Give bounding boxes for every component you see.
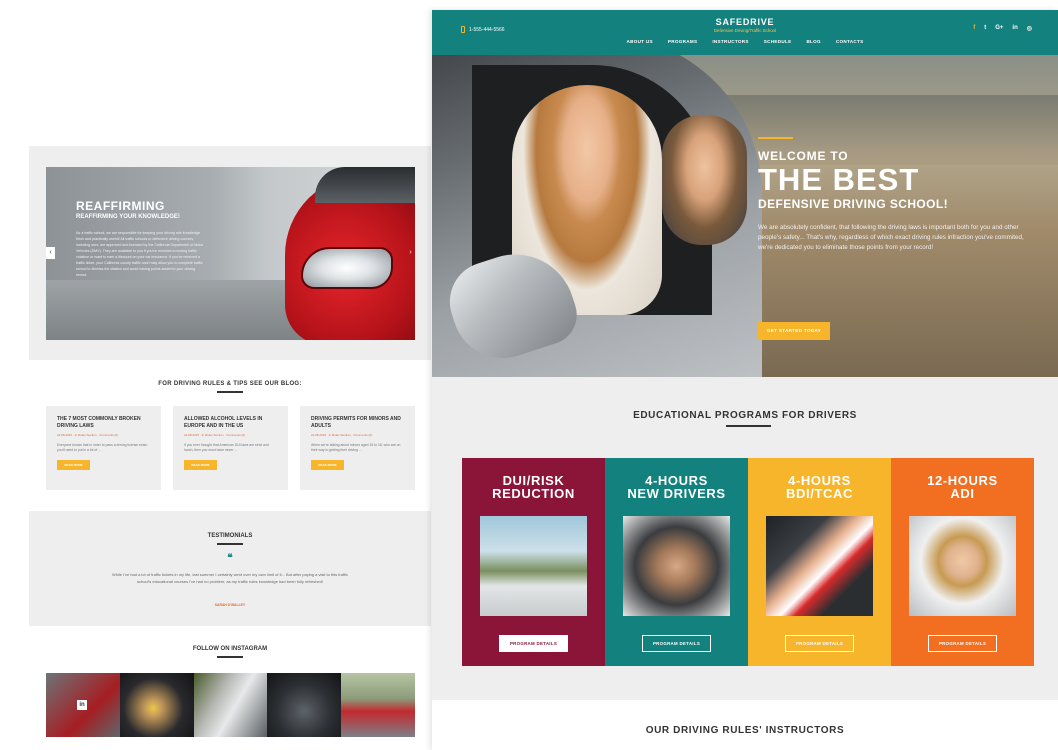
program-card-adi: 12-HOURS ADI PROGRAM DETAILS [891, 458, 1034, 666]
slider-prev-arrow-icon[interactable]: ‹ [46, 247, 55, 259]
instagram-gallery: in [46, 673, 415, 737]
blog-post-meta: 22.08.2015 · In Rules Section · Comments… [184, 433, 246, 437]
instagram-photo[interactable] [267, 673, 342, 737]
nav-item-contacts[interactable]: CONTACTS [836, 39, 864, 44]
nav-item-instructors[interactable]: INSTRUCTORS [712, 39, 748, 44]
blog-post-title[interactable]: ALLOWED ALCOHOL LEVELS IN EUROPE AND IN … [184, 416, 277, 430]
blog-post-title[interactable]: DRIVING PERMITS FOR MINORS AND ADULTS [311, 416, 404, 430]
hero-headline: THE BEST [758, 162, 920, 197]
slide-subtitle: REAFFIRMING YOUR KNOWLEDGE! [76, 214, 180, 220]
program-cards: DUI/RISK REDUCTION PROGRAM DETAILS 4-HOU… [462, 458, 1034, 666]
hero-body: We are absolutely confident, that follow… [758, 224, 1024, 251]
testimonials-title: TESTIMONIALS [207, 533, 253, 539]
nav-item-about-us[interactable]: ABOUT US [627, 39, 653, 44]
blog-post-meta: 22.08.2015 · In Rules Section · Comments… [57, 433, 119, 437]
blog-card: THE 7 MOST COMMONLY BROKEN DRIVING LAWS … [46, 406, 161, 490]
quote-icon: ❝ [227, 553, 233, 564]
hero-caption: WELCOME TO THE BEST DEFENSIVE DRIVING SC… [758, 137, 1038, 253]
site-logo[interactable]: SAFEDRIVE Defensive Driving/Traffic Scho… [432, 17, 1058, 33]
testimonial-text: While I've had a lot of traffic tickets … [111, 572, 349, 584]
program-name: 12-HOURS ADI [927, 473, 998, 501]
blog-card: ALLOWED ALCOHOL LEVELS IN EUROPE AND IN … [173, 406, 288, 490]
program-card-dui: DUI/RISK REDUCTION PROGRAM DETAILS [462, 458, 605, 666]
main-nav: ABOUT US PROGRAMS INSTRUCTORS SCHEDULE B… [432, 39, 1058, 44]
hero-banner: WELCOME TO THE BEST DEFENSIVE DRIVING SC… [432, 55, 1058, 377]
blog-title-underline [217, 391, 243, 393]
program-name: 4-HOURS BDI/TCAC [786, 473, 853, 501]
blog-post-excerpt: If you ever thought that American DUI la… [184, 443, 269, 452]
instagram-photo[interactable] [119, 673, 194, 737]
read-more-button[interactable]: READ MORE [184, 460, 217, 470]
blog-post-title[interactable]: THE 7 MOST COMMONLY BROKEN DRIVING LAWS [57, 416, 150, 430]
slide-caption: REAFFIRMING REAFFIRMING YOUR KNOWLEDGE! … [76, 199, 206, 278]
nav-item-schedule[interactable]: SCHEDULE [764, 39, 792, 44]
program-details-button[interactable]: PROGRAM DETAILS [928, 635, 997, 652]
logo-tagline: Defensive Driving/Traffic School [713, 28, 777, 33]
read-more-button[interactable]: READ MORE [311, 460, 344, 470]
blog-post-excerpt: Everyone knows that in order to pass a d… [57, 443, 148, 452]
blog-post-meta: 22.08.2015 · In Rules Section · Comments… [311, 433, 373, 437]
slide-title: REAFFIRMING [76, 199, 165, 213]
instagram-photo[interactable] [193, 673, 268, 737]
program-details-button[interactable]: PROGRAM DETAILS [785, 635, 854, 652]
programs-title: EDUCATIONAL PROGRAMS FOR DRIVERS [633, 410, 857, 421]
program-image [766, 516, 873, 616]
social-links: f t G+ in ◎ [973, 25, 1032, 32]
slide-body: As a traffic school, we are responsible … [76, 231, 204, 277]
program-card-bdi-tcac: 4-HOURS BDI/TCAC PROGRAM DETAILS [748, 458, 891, 666]
car-headlight-image [301, 247, 393, 289]
hero-welcome: WELCOME TO [758, 149, 849, 163]
nav-item-programs[interactable]: PROGRAMS [668, 39, 697, 44]
twitter-icon[interactable]: t [984, 25, 986, 32]
testimonials-section: TESTIMONIALS ❝ While I've had a lot of t… [29, 511, 431, 626]
instructors-title: OUR DRIVING RULES' INSTRUCTORS [645, 725, 845, 736]
program-details-button[interactable]: PROGRAM DETAILS [499, 635, 568, 652]
program-image [623, 516, 730, 616]
car-window-image [315, 167, 415, 203]
slide-image: REAFFIRMING REAFFIRMING YOUR KNOWLEDGE! … [46, 167, 415, 340]
program-image [480, 516, 587, 616]
blog-section-title: FOR DRIVING RULES & TIPS SEE OUR BLOG: [158, 381, 302, 387]
program-image [909, 516, 1016, 616]
hero-accent-bar [758, 137, 793, 139]
main-page-preview: 1-555-444-5566 SAFEDRIVE Defensive Drivi… [432, 10, 1058, 750]
instagram-photo[interactable] [341, 673, 415, 737]
program-card-new-drivers: 4-HOURS NEW DRIVERS PROGRAM DETAILS [605, 458, 748, 666]
program-name: 4-HOURS NEW DRIVERS [627, 473, 726, 501]
nav-item-blog[interactable]: BLOG [806, 39, 820, 44]
program-name: DUI/RISK REDUCTION [492, 473, 575, 501]
slider-next-arrow-icon[interactable]: › [406, 247, 415, 259]
linkedin-icon[interactable]: in [1012, 25, 1017, 32]
instagram-title: FOLLOW ON INSTAGRAM [192, 646, 268, 652]
facebook-icon[interactable]: f [973, 25, 975, 32]
instagram-underline [217, 656, 243, 658]
program-details-button[interactable]: PROGRAM DETAILS [642, 635, 711, 652]
instagram-photo[interactable]: in [46, 673, 120, 737]
site-header: 1-555-444-5566 SAFEDRIVE Defensive Drivi… [432, 10, 1058, 55]
get-started-button[interactable]: GET STARTED TODAY [758, 322, 830, 340]
hero-subtitle: DEFENSIVE DRIVING SCHOOL! [758, 197, 949, 211]
blog-post-excerpt: When we're talking about minors aged 15 … [311, 443, 401, 452]
programs-section: EDUCATIONAL PROGRAMS FOR DRIVERS DUI/RIS… [432, 377, 1058, 700]
smiling-boy-image [662, 115, 747, 245]
logo-name: SAFEDRIVE [715, 17, 775, 27]
linkedin-icon[interactable]: in [77, 700, 87, 710]
programs-underline [726, 425, 771, 427]
screenshot-canvas: REAFFIRMING REAFFIRMING YOUR KNOWLEDGE! … [0, 0, 1058, 750]
instagram-icon[interactable]: ◎ [1027, 25, 1032, 32]
blog-card: DRIVING PERMITS FOR MINORS AND ADULTS 22… [300, 406, 415, 490]
secondary-page-preview: REAFFIRMING REAFFIRMING YOUR KNOWLEDGE! … [29, 146, 431, 750]
hero-slider: REAFFIRMING REAFFIRMING YOUR KNOWLEDGE! … [29, 146, 431, 360]
testimonial-author: SARAH D'WALLEY [214, 603, 246, 607]
google-plus-icon[interactable]: G+ [995, 25, 1003, 32]
testimonials-underline [217, 543, 243, 545]
read-more-button[interactable]: READ MORE [57, 460, 90, 470]
